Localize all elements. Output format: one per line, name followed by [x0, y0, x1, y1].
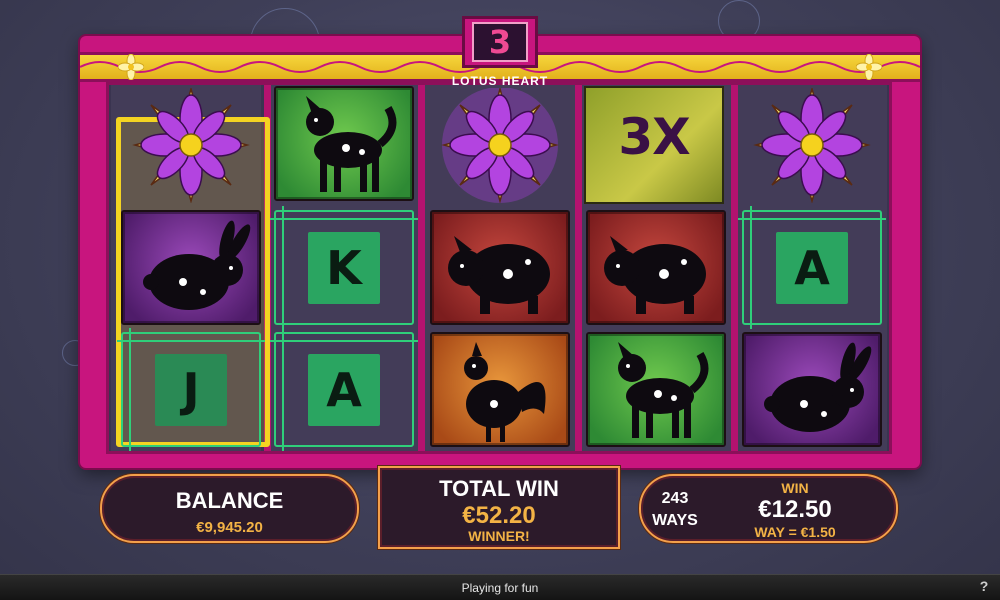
win-value: €12.50	[758, 496, 832, 523]
total-win-panel: TOTAL WIN €52.20 WINNER!	[378, 466, 620, 549]
way-value: WAY = €1.50	[754, 524, 836, 540]
dog-symbol	[274, 86, 414, 201]
lotus-flower-icon	[118, 54, 144, 80]
ways-count: 243	[661, 490, 689, 507]
lotus-flower-icon	[856, 54, 882, 80]
wild-3x-multiplier: 3X	[618, 108, 690, 166]
lotus-scatter-symbol	[430, 88, 570, 203]
lotus-scatter-symbol	[121, 88, 261, 203]
rabbit-symbol	[121, 210, 261, 325]
card-j-symbol: J	[117, 328, 265, 451]
total-win-value: €52.20	[462, 502, 536, 529]
card-tile: A	[308, 353, 380, 426]
card-letter: A	[794, 240, 830, 295]
winner-status: WINNER!	[468, 528, 530, 544]
card-letter: A	[326, 362, 362, 417]
free-spins-counter: 3	[472, 22, 528, 62]
rooster-symbol	[430, 332, 570, 447]
reel-divider	[575, 85, 582, 451]
status-bar: Playing for fun	[0, 574, 1000, 600]
reel-divider	[731, 85, 738, 451]
lotus-scatter-symbol	[742, 88, 882, 203]
card-tile: J	[155, 353, 227, 426]
pig-symbol	[586, 210, 726, 325]
card-letter: J	[182, 362, 200, 417]
game-title: LOTUS HEART	[451, 74, 549, 88]
card-a-symbol: A	[270, 328, 418, 451]
reel-divider	[418, 85, 425, 451]
total-win-label: TOTAL WIN	[439, 476, 559, 501]
card-tile: A	[776, 231, 848, 304]
balance-label: BALANCE	[175, 488, 284, 513]
pig-symbol	[430, 210, 570, 325]
help-button[interactable]: ?	[974, 576, 994, 596]
card-a-symbol: A	[738, 206, 886, 329]
free-spins-count: 3	[488, 23, 512, 61]
ways-label: WAYS	[652, 512, 698, 529]
card-letter: K	[326, 240, 362, 295]
dog-symbol	[586, 332, 726, 447]
balance-value: €9,945.20	[196, 519, 263, 536]
card-tile: K	[308, 231, 380, 304]
card-k-symbol: K	[270, 206, 418, 329]
rabbit-symbol	[742, 332, 882, 447]
status-text: Playing for fun	[461, 580, 539, 595]
win-panel: 243 WAYS WIN €12.50 WAY = €1.50	[639, 474, 898, 543]
balance-panel: BALANCE €9,945.20	[100, 474, 359, 543]
win-label: WIN	[781, 480, 809, 496]
